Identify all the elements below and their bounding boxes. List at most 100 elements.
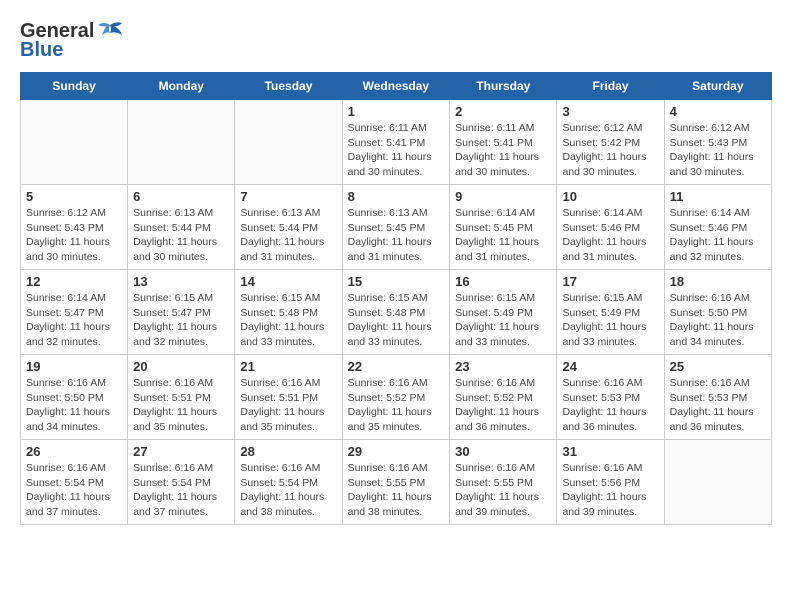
calendar-cell: 7 Sunrise: 6:13 AMSunset: 5:44 PMDaylight…	[235, 185, 342, 270]
day-number: 10	[562, 189, 658, 204]
calendar-cell: 23 Sunrise: 6:16 AMSunset: 5:52 PMDayligh…	[450, 355, 557, 440]
day-info: Sunrise: 6:14 AMSunset: 5:46 PMDaylight:…	[562, 206, 658, 265]
calendar-cell: 8 Sunrise: 6:13 AMSunset: 5:45 PMDaylight…	[342, 185, 450, 270]
day-number: 20	[133, 359, 229, 374]
day-number: 3	[562, 104, 658, 119]
day-number: 16	[455, 274, 551, 289]
day-info: Sunrise: 6:13 AMSunset: 5:45 PMDaylight:…	[348, 206, 445, 265]
day-info: Sunrise: 6:16 AMSunset: 5:51 PMDaylight:…	[133, 376, 229, 435]
day-info: Sunrise: 6:16 AMSunset: 5:54 PMDaylight:…	[26, 461, 122, 520]
day-number: 22	[348, 359, 445, 374]
day-number: 23	[455, 359, 551, 374]
day-info: Sunrise: 6:14 AMSunset: 5:45 PMDaylight:…	[455, 206, 551, 265]
day-number: 30	[455, 444, 551, 459]
day-number: 28	[240, 444, 336, 459]
day-number: 2	[455, 104, 551, 119]
calendar-cell: 3 Sunrise: 6:12 AMSunset: 5:42 PMDaylight…	[557, 100, 664, 185]
day-number: 26	[26, 444, 122, 459]
day-info: Sunrise: 6:15 AMSunset: 5:48 PMDaylight:…	[240, 291, 336, 350]
day-number: 31	[562, 444, 658, 459]
calendar-cell: 15Sunrise: 6:15 AMSunset: 5:48 PMDayligh…	[342, 270, 450, 355]
calendar-cell: 18 Sunrise: 6:16 AMSunset: 5:50 PMDayligh…	[664, 270, 771, 355]
day-info: Sunrise: 6:15 AMSunset: 5:47 PMDaylight:…	[133, 291, 229, 350]
day-number: 6	[133, 189, 229, 204]
day-header-sunday: Sunday	[21, 73, 128, 100]
week-row-1: 1 Sunrise: 6:11 AMSunset: 5:41 PMDaylight…	[21, 100, 772, 185]
day-info: Sunrise: 6:16 AMSunset: 5:52 PMDaylight:…	[455, 376, 551, 435]
day-info: Sunrise: 6:14 AMSunset: 5:47 PMDaylight:…	[26, 291, 122, 350]
day-number: 18	[670, 274, 766, 289]
calendar-cell: 16 Sunrise: 6:15 AMSunset: 5:49 PMDayligh…	[450, 270, 557, 355]
calendar-cell: 30 Sunrise: 6:16 AMSunset: 5:55 PMDayligh…	[450, 440, 557, 525]
day-header-monday: Monday	[128, 73, 235, 100]
calendar-cell: 27 Sunrise: 6:16 AMSunset: 5:54 PMDayligh…	[128, 440, 235, 525]
calendar-cell: 29 Sunrise: 6:16 AMSunset: 5:55 PMDayligh…	[342, 440, 450, 525]
week-row-3: 12 Sunrise: 6:14 AMSunset: 5:47 PMDayligh…	[21, 270, 772, 355]
calendar-cell	[21, 100, 128, 185]
day-info: Sunrise: 6:16 AMSunset: 5:55 PMDaylight:…	[455, 461, 551, 520]
calendar-cell: 24 Sunrise: 6:16 AMSunset: 5:53 PMDayligh…	[557, 355, 664, 440]
week-row-2: 5Sunrise: 6:12 AMSunset: 5:43 PMDaylight…	[21, 185, 772, 270]
calendar-cell: 6 Sunrise: 6:13 AMSunset: 5:44 PMDaylight…	[128, 185, 235, 270]
day-header-thursday: Thursday	[450, 73, 557, 100]
day-info: Sunrise: 6:12 AMSunset: 5:42 PMDaylight:…	[562, 121, 658, 180]
day-number: 4	[670, 104, 766, 119]
day-number: 27	[133, 444, 229, 459]
calendar-cell: 1Sunrise: 6:11 AMSunset: 5:41 PMDaylight…	[342, 100, 450, 185]
logo: General Blue	[20, 20, 124, 62]
day-info: Sunrise: 6:16 AMSunset: 5:53 PMDaylight:…	[670, 376, 766, 435]
day-header-tuesday: Tuesday	[235, 73, 342, 100]
calendar-cell: 28Sunrise: 6:16 AMSunset: 5:54 PMDayligh…	[235, 440, 342, 525]
day-header-friday: Friday	[557, 73, 664, 100]
calendar-cell: 21Sunrise: 6:16 AMSunset: 5:51 PMDayligh…	[235, 355, 342, 440]
day-number: 24	[562, 359, 658, 374]
day-info: Sunrise: 6:16 AMSunset: 5:52 PMDaylight:…	[348, 376, 445, 435]
day-info: Sunrise: 6:16 AMSunset: 5:53 PMDaylight:…	[562, 376, 658, 435]
logo-blue-text: Blue	[20, 39, 63, 62]
day-info: Sunrise: 6:16 AMSunset: 5:51 PMDaylight:…	[240, 376, 336, 435]
calendar-table: SundayMondayTuesdayWednesdayThursdayFrid…	[20, 72, 772, 525]
logo-bird-icon	[96, 21, 124, 43]
calendar-cell: 11 Sunrise: 6:14 AMSunset: 5:46 PMDayligh…	[664, 185, 771, 270]
day-info: Sunrise: 6:16 AMSunset: 5:55 PMDaylight:…	[348, 461, 445, 520]
day-number: 9	[455, 189, 551, 204]
day-info: Sunrise: 6:16 AMSunset: 5:54 PMDaylight:…	[133, 461, 229, 520]
day-number: 29	[348, 444, 445, 459]
calendar-cell: 4Sunrise: 6:12 AMSunset: 5:43 PMDaylight…	[664, 100, 771, 185]
day-info: Sunrise: 6:12 AMSunset: 5:43 PMDaylight:…	[26, 206, 122, 265]
day-info: Sunrise: 6:16 AMSunset: 5:50 PMDaylight:…	[26, 376, 122, 435]
calendar-cell	[664, 440, 771, 525]
day-number: 13	[133, 274, 229, 289]
calendar-cell	[128, 100, 235, 185]
calendar-cell: 12 Sunrise: 6:14 AMSunset: 5:47 PMDayligh…	[21, 270, 128, 355]
day-number: 15	[348, 274, 445, 289]
calendar-cell: 22 Sunrise: 6:16 AMSunset: 5:52 PMDayligh…	[342, 355, 450, 440]
calendar-cell: 14Sunrise: 6:15 AMSunset: 5:48 PMDayligh…	[235, 270, 342, 355]
calendar-cell: 17 Sunrise: 6:15 AMSunset: 5:49 PMDayligh…	[557, 270, 664, 355]
calendar-cell: 31 Sunrise: 6:16 AMSunset: 5:56 PMDayligh…	[557, 440, 664, 525]
day-number: 17	[562, 274, 658, 289]
calendar-cell: 10 Sunrise: 6:14 AMSunset: 5:46 PMDayligh…	[557, 185, 664, 270]
day-number: 12	[26, 274, 122, 289]
day-info: Sunrise: 6:14 AMSunset: 5:46 PMDaylight:…	[670, 206, 766, 265]
calendar-cell: 13 Sunrise: 6:15 AMSunset: 5:47 PMDayligh…	[128, 270, 235, 355]
calendar-cell: 19Sunrise: 6:16 AMSunset: 5:50 PMDayligh…	[21, 355, 128, 440]
day-number: 7	[240, 189, 336, 204]
day-info: Sunrise: 6:16 AMSunset: 5:50 PMDaylight:…	[670, 291, 766, 350]
calendar-header-row: SundayMondayTuesdayWednesdayThursdayFrid…	[21, 73, 772, 100]
day-header-wednesday: Wednesday	[342, 73, 450, 100]
day-number: 1	[348, 104, 445, 119]
calendar-cell: 2 Sunrise: 6:11 AMSunset: 5:41 PMDaylight…	[450, 100, 557, 185]
day-number: 8	[348, 189, 445, 204]
day-info: Sunrise: 6:13 AMSunset: 5:44 PMDaylight:…	[133, 206, 229, 265]
day-info: Sunrise: 6:15 AMSunset: 5:49 PMDaylight:…	[455, 291, 551, 350]
day-info: Sunrise: 6:13 AMSunset: 5:44 PMDaylight:…	[240, 206, 336, 265]
week-row-5: 26 Sunrise: 6:16 AMSunset: 5:54 PMDayligh…	[21, 440, 772, 525]
page-header: General Blue	[20, 20, 772, 62]
day-number: 11	[670, 189, 766, 204]
day-info: Sunrise: 6:16 AMSunset: 5:56 PMDaylight:…	[562, 461, 658, 520]
day-info: Sunrise: 6:11 AMSunset: 5:41 PMDaylight:…	[455, 121, 551, 180]
calendar-cell	[235, 100, 342, 185]
day-number: 25	[670, 359, 766, 374]
day-info: Sunrise: 6:15 AMSunset: 5:49 PMDaylight:…	[562, 291, 658, 350]
